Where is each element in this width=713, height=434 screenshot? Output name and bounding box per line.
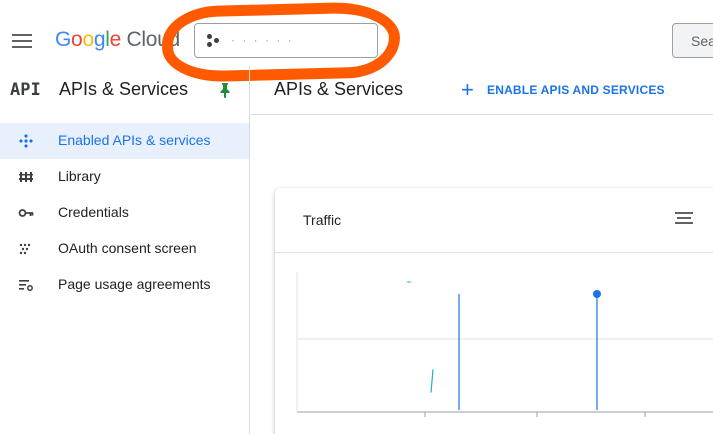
chart-series-line <box>430 369 434 393</box>
sidebar-item-credentials[interactable]: Credentials <box>0 195 249 231</box>
sidebar-item-label: OAuth consent screen <box>58 240 197 256</box>
card-title: Traffic <box>303 212 342 228</box>
key-icon <box>18 209 34 217</box>
diamond-dots-icon <box>19 134 33 148</box>
traffic-card: Traffic <box>275 188 713 434</box>
google-cloud-logo[interactable]: Google Cloud <box>55 28 180 52</box>
logo-letter: o <box>71 28 83 51</box>
sidebar-item-enabled-apis[interactable]: Enabled APIs & services <box>0 123 249 159</box>
sidebar-item-library[interactable]: Library <box>0 159 249 195</box>
logo-letter: o <box>82 28 94 51</box>
sidebar-item-label: Library <box>58 168 101 184</box>
traffic-chart <box>296 272 713 417</box>
sidebar-item-label: Enabled APIs & services <box>58 132 211 148</box>
logo-letter: G <box>55 28 72 51</box>
logo-letter: g <box>93 28 106 51</box>
sidebar-header: API APIs & Services <box>0 66 249 114</box>
library-icon <box>19 172 33 182</box>
menu-icon[interactable] <box>12 34 32 48</box>
api-logo: API <box>10 80 41 100</box>
search-input[interactable] <box>673 24 713 57</box>
sidebar-item-label: Credentials <box>58 204 129 220</box>
content-header: APIs & Services + ENABLE APIS AND SERVIC… <box>251 66 713 115</box>
search-box[interactable] <box>672 23 713 58</box>
enable-apis-label: ENABLE APIS AND SERVICES <box>487 83 665 97</box>
pin-icon[interactable] <box>219 82 231 98</box>
logo-letter: e <box>109 28 122 51</box>
consent-dots-icon <box>19 243 31 255</box>
project-picker[interactable]: · · · · · · <box>194 23 378 58</box>
enable-apis-button[interactable]: + ENABLE APIS AND SERVICES <box>461 78 665 102</box>
legend-toggle-icon[interactable] <box>675 212 693 228</box>
plus-icon: + <box>461 77 474 102</box>
settings-list-icon <box>19 280 33 291</box>
chart-point-marker <box>593 290 601 298</box>
logo-cloud-text: Cloud <box>126 28 181 51</box>
top-bar: Google Cloud · · · · · · <box>0 0 713 66</box>
project-name: · · · · · · <box>231 33 294 47</box>
sidebar: API APIs & Services Enabled APIs & servi… <box>0 66 250 434</box>
project-icon <box>207 34 221 48</box>
sidebar-item-label: Page usage agreements <box>58 276 211 292</box>
sidebar-item-oauth-consent[interactable]: OAuth consent screen <box>0 231 249 267</box>
sidebar-title: APIs & Services <box>59 79 189 99</box>
sidebar-item-page-usage[interactable]: Page usage agreements <box>0 267 249 303</box>
page-title: APIs & Services <box>274 79 404 99</box>
